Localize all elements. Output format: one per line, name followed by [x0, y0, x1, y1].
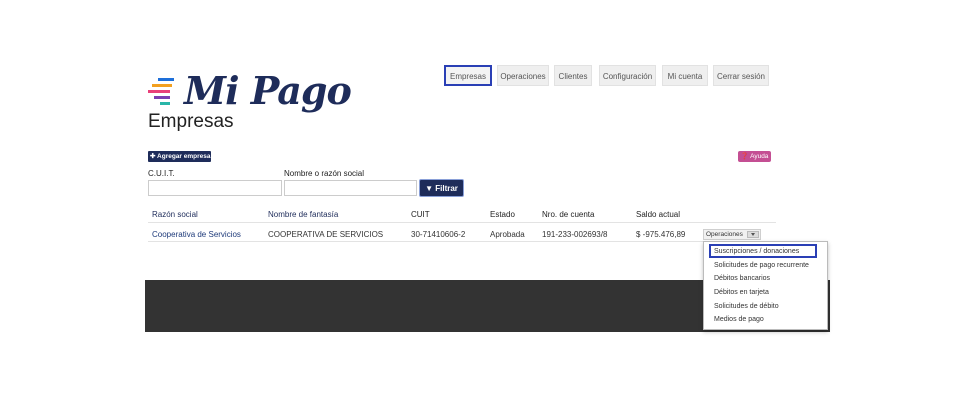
nav-clientes[interactable]: Clientes — [554, 65, 592, 86]
cell-razon-social[interactable]: Cooperativa de Servicios — [152, 230, 241, 239]
mi-pago-logo[interactable]: Mi Pago — [148, 68, 352, 114]
nav-cerrar-sesion[interactable]: Cerrar sesión — [713, 65, 769, 86]
menu-item-debitos-bancarios[interactable]: Débitos bancarios — [714, 275, 770, 282]
question-icon: ❓ — [740, 153, 749, 160]
menu-item-solicitudes-debito[interactable]: Solicitudes de débito — [714, 303, 779, 310]
cuit-label: C.U.I.T. — [148, 169, 175, 178]
row-divider — [148, 241, 703, 242]
help-button[interactable]: ❓ Ayuda — [738, 151, 771, 162]
cell-nombre-fantasia: COOPERATIVA DE SERVICIOS — [268, 230, 384, 239]
operations-dropdown-button[interactable]: Operaciones — [703, 229, 761, 240]
cell-nro-cuenta: 191-233-002693/8 — [542, 230, 608, 239]
cuit-input[interactable] — [148, 180, 282, 196]
menu-item-pago-recurrente[interactable]: Solicitudes de pago recurrente — [714, 262, 809, 269]
help-label: Ayuda — [750, 153, 769, 160]
page-title: Empresas — [148, 111, 234, 132]
header-divider — [148, 222, 776, 223]
nav-configuracion[interactable]: Configuración — [599, 65, 656, 86]
cell-saldo: $ -975.476,89 — [636, 230, 686, 239]
nav-operaciones[interactable]: Operaciones — [497, 65, 549, 86]
col-estado: Estado — [490, 210, 515, 219]
col-nro-cuenta: Nro. de cuenta — [542, 210, 595, 219]
filter-icon: ▼ — [425, 184, 433, 193]
add-company-button[interactable]: ✚ Agregar empresa — [148, 151, 211, 162]
menu-item-suscripciones[interactable]: Suscripciones / donaciones — [714, 248, 799, 255]
filter-label: Filtrar — [435, 184, 458, 193]
nav-mi-cuenta[interactable]: Mi cuenta — [662, 65, 708, 86]
menu-item-medios-pago[interactable]: Medios de pago — [714, 316, 764, 323]
col-razon-social[interactable]: Razón social — [152, 210, 198, 219]
cell-cuit: 30-71410606-2 — [411, 230, 466, 239]
col-cuit: CUIT — [411, 210, 430, 219]
col-nombre-fantasia[interactable]: Nombre de fantasía — [268, 210, 338, 219]
operations-label: Operaciones — [706, 231, 743, 238]
logo-text: Mi Pago — [184, 68, 352, 113]
name-label: Nombre o razón social — [284, 169, 365, 178]
operations-menu: Suscripciones / donaciones Solicitudes d… — [703, 241, 828, 330]
name-input[interactable] — [284, 180, 417, 196]
col-saldo: Saldo actual — [636, 210, 681, 219]
chevron-down-icon — [747, 231, 759, 238]
menu-item-debitos-tarjeta[interactable]: Débitos en tarjeta — [714, 289, 769, 296]
filter-button[interactable]: ▼ Filtrar — [419, 179, 464, 197]
add-company-label: Agregar empresa — [157, 153, 211, 160]
logo-stripes-icon — [148, 78, 174, 105]
nav-empresas[interactable]: Empresas — [444, 65, 492, 86]
cell-estado: Aprobada — [490, 230, 525, 239]
plus-icon: ✚ — [150, 153, 156, 160]
